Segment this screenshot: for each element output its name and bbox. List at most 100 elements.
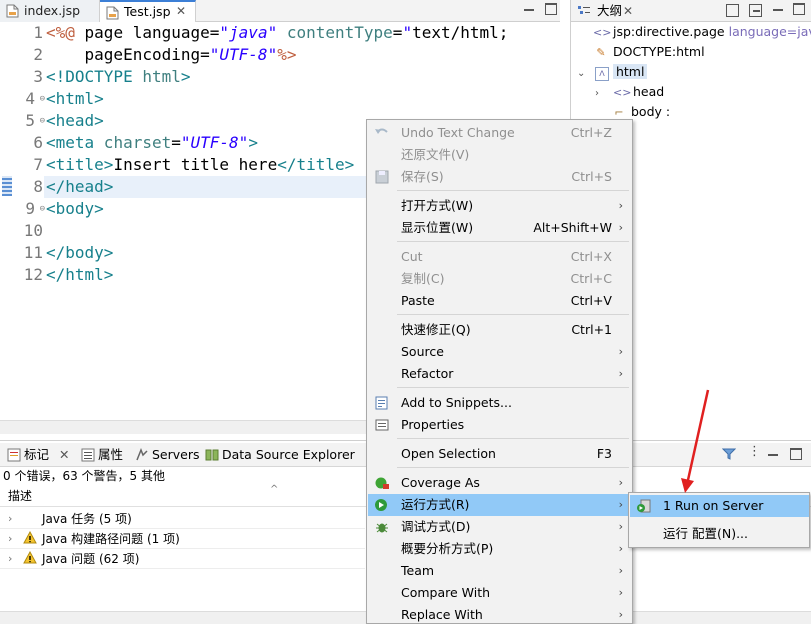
code-line: <body>: [46, 199, 104, 218]
menu-separator: [397, 387, 629, 388]
database-icon: [205, 449, 219, 461]
tab-label: Test.jsp: [124, 4, 171, 19]
menu-separator: [397, 467, 629, 468]
tab-index-jsp[interactable]: index.jsp: [0, 0, 100, 22]
menu-item-debug-as[interactable]: 调试方式(D) ›: [368, 516, 632, 538]
chevron-right-icon: ›: [618, 221, 623, 234]
code-line: <html>: [46, 89, 104, 108]
close-icon[interactable]: ✕: [623, 0, 633, 22]
outline-item-head[interactable]: › <> head: [595, 82, 664, 102]
maximize-icon[interactable]: [793, 3, 805, 15]
outline-tab-label[interactable]: 大纲: [597, 0, 622, 22]
overview-ruler: [0, 22, 13, 420]
menu-separator: [397, 438, 629, 439]
menu-item-run-as[interactable]: 运行方式(R) ›: [368, 494, 632, 516]
outline-item-doctype[interactable]: ✎ DOCTYPE:html: [593, 42, 704, 62]
context-menu: Undo Text Change Ctrl+Z 还原文件(V) 保存(S) Ct…: [366, 119, 633, 624]
chevron-right-icon: ›: [618, 476, 623, 489]
chevron-right-icon: ›: [618, 498, 623, 511]
maximize-icon[interactable]: [790, 448, 802, 460]
view-menu-icon[interactable]: ⋮: [748, 444, 761, 459]
menu-separator: [397, 314, 629, 315]
line-number: 7: [33, 155, 43, 174]
menu-item-run-on-server[interactable]: 1 Run on Server: [630, 495, 809, 517]
line-number-5: 5 ⊖: [25, 111, 45, 130]
tab-test-jsp[interactable]: Test.jsp ✕: [100, 0, 196, 22]
menu-item-open-with[interactable]: 打开方式(W) ›: [368, 195, 632, 217]
line-number: 8: [33, 177, 43, 196]
tag-icon: <>: [593, 26, 612, 39]
code-line: <meta charset="UTF-8">: [46, 133, 258, 152]
tag-icon: <>: [612, 86, 632, 99]
menu-item-team[interactable]: Team ›: [368, 560, 632, 582]
run-as-submenu: 1 Run on Server 运行 配置(N)...: [628, 492, 810, 548]
menu-item-save[interactable]: 保存(S) Ctrl+S: [368, 166, 632, 188]
tab-markers[interactable]: 标记 ✕: [4, 445, 69, 465]
chevron-right-icon: ›: [618, 367, 623, 380]
line-number-gutter: 1 2 3 4 ⊖ 5 ⊖ 6 7 8 9 ⊖ 10 11 12: [13, 22, 45, 420]
jsp-file-icon: [6, 4, 19, 18]
menu-separator: [397, 241, 629, 242]
code-line: </head>: [46, 177, 114, 196]
marker-group-java-tasks[interactable]: › Java 任务 (5 项): [0, 509, 365, 529]
chevron-right-icon: ›: [618, 542, 623, 555]
menu-item-paste[interactable]: Paste Ctrl+V: [368, 290, 632, 312]
chevron-right-icon[interactable]: ›: [8, 529, 12, 549]
menu-item-open-selection[interactable]: Open Selection F3: [368, 443, 632, 465]
outline-item-directive[interactable]: <> jsp:directive.page language=java: [593, 22, 811, 42]
minimize-icon[interactable]: [768, 448, 778, 456]
properties-icon: [81, 448, 95, 462]
tab-data-source-explorer[interactable]: Data Source Explorer: [202, 445, 355, 465]
menu-item-coverage-as[interactable]: Coverage As ›: [368, 472, 632, 494]
undo-icon: [375, 128, 388, 134]
maximize-icon[interactable]: [545, 3, 557, 15]
marker-group-java-problems[interactable]: › Java 问题 (62 项): [0, 549, 365, 569]
menu-item-compare-with[interactable]: Compare With ›: [368, 582, 632, 604]
menu-item-run-configurations[interactable]: 运行 配置(N)...: [630, 523, 809, 545]
menu-item-undo[interactable]: Undo Text Change Ctrl+Z: [368, 122, 632, 144]
line-number: 1: [33, 23, 43, 42]
code-line: <%@ page language="java" contentType="te…: [46, 23, 509, 42]
menu-item-properties[interactable]: Properties: [368, 414, 632, 436]
chevron-right-icon: ›: [618, 586, 623, 599]
menu-item-quick-fix[interactable]: 快速修正(Q) Ctrl+1: [368, 319, 632, 341]
run-icon: [375, 499, 387, 511]
line-number: 11: [23, 243, 43, 262]
line-number-9: 9 ⊖: [25, 199, 45, 218]
menu-item-refactor[interactable]: Refactor ›: [368, 363, 632, 385]
expand-icon[interactable]: ⌄: [577, 64, 591, 84]
menu-item-cut[interactable]: Cut Ctrl+X: [368, 246, 632, 268]
chevron-right-icon[interactable]: ›: [8, 549, 12, 569]
chevron-right-icon: ›: [618, 564, 623, 577]
menu-item-show-in[interactable]: 显示位置(W) Alt+Shift+W ›: [368, 217, 632, 239]
outline-item-html[interactable]: ⌄ ᐱ html: [577, 62, 648, 84]
jsp-file-icon: [106, 6, 119, 20]
tab-servers[interactable]: Servers: [132, 445, 200, 465]
line-number: 10: [23, 221, 43, 240]
snippets-icon: [375, 396, 388, 410]
close-icon[interactable]: ✕: [176, 2, 186, 21]
sort-icon[interactable]: [749, 4, 762, 17]
doctype-icon: ✎: [596, 46, 606, 59]
minimize-icon[interactable]: [524, 3, 534, 11]
close-icon[interactable]: ✕: [59, 447, 69, 462]
minimize-icon[interactable]: [773, 3, 783, 11]
line-number: 3: [33, 67, 43, 86]
chevron-right-icon[interactable]: ›: [8, 509, 12, 529]
collapse-all-icon[interactable]: [726, 4, 739, 17]
filter-icon[interactable]: [722, 447, 736, 461]
tab-properties[interactable]: 属性: [78, 445, 123, 465]
chevron-right-icon[interactable]: ›: [595, 84, 609, 104]
marker-group-build-path[interactable]: › Java 构建路径问题 (1 项): [0, 529, 365, 549]
menu-item-profile-as[interactable]: 概要分析方式(P) ›: [368, 538, 632, 560]
coverage-icon: [375, 477, 389, 489]
markers-icon: [7, 448, 21, 462]
chevron-right-icon: ›: [618, 199, 623, 212]
code-line: <title>Insert title here</title>: [46, 155, 355, 174]
menu-item-source[interactable]: Source ›: [368, 341, 632, 363]
menu-item-replace-with[interactable]: Replace With ›: [368, 604, 632, 624]
menu-item-copy[interactable]: 复制(C) Ctrl+C: [368, 268, 632, 290]
line-marker: [2, 176, 12, 196]
menu-item-add-to-snippets[interactable]: Add to Snippets...: [368, 392, 632, 414]
menu-item-revert-file[interactable]: 还原文件(V): [368, 144, 632, 166]
